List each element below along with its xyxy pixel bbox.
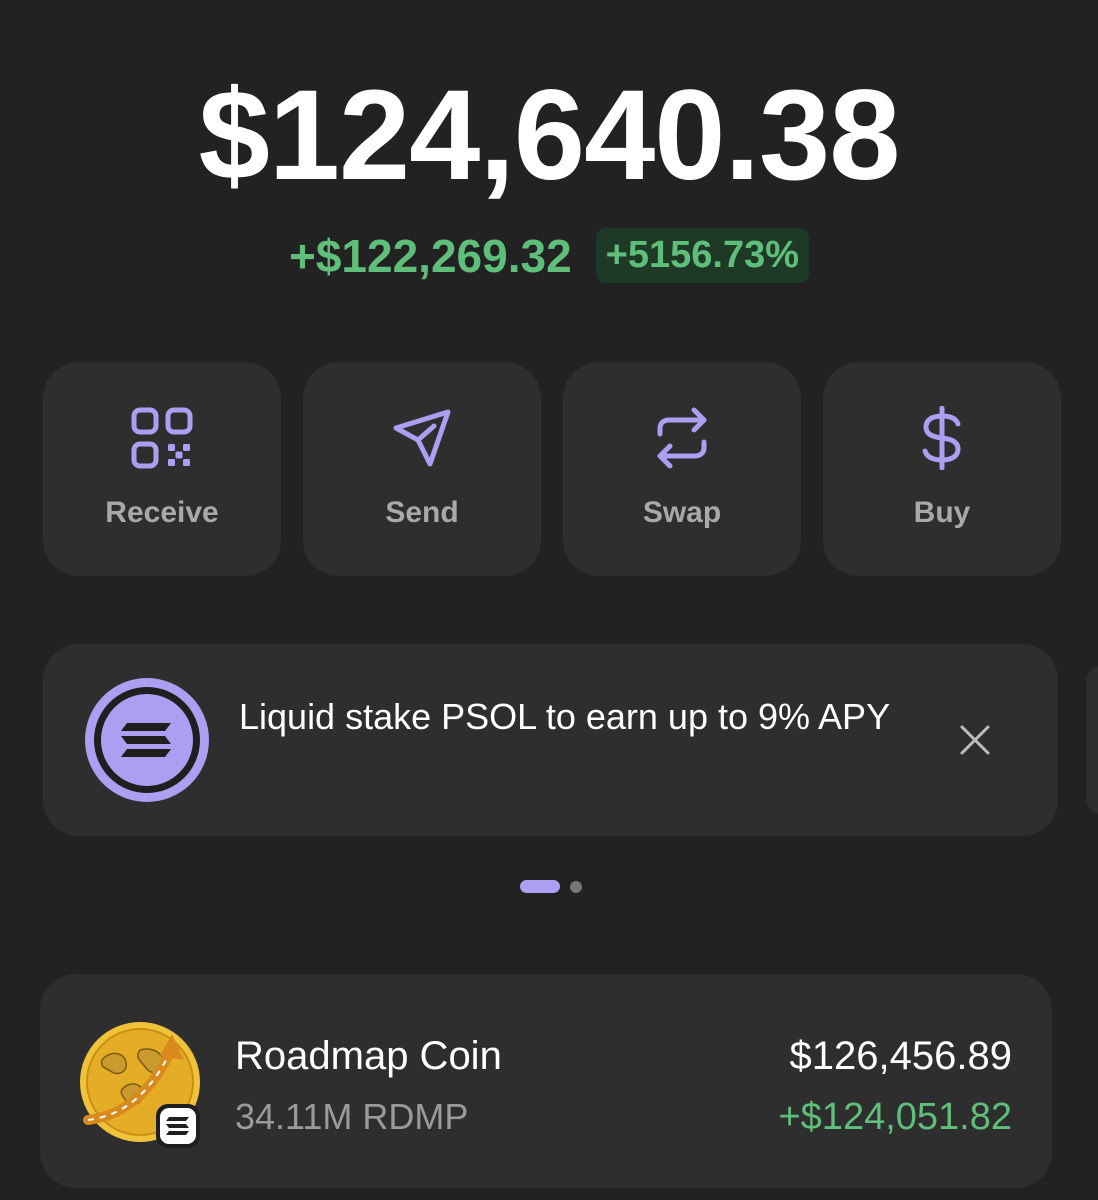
- banner-text: Liquid stake PSOL to earn up to 9% APY: [239, 696, 891, 737]
- send-label: Send: [385, 496, 459, 529]
- action-buttons: Receive Send Swap Buy: [43, 362, 1061, 576]
- send-icon: [393, 409, 451, 467]
- token-row[interactable]: Roadmap Coin 34.11M RDMP $126,456.89 +$1…: [40, 974, 1052, 1188]
- carousel-pager: [520, 880, 582, 893]
- staking-promo-banner[interactable]: Liquid stake PSOL to earn up to 9% APY: [43, 644, 1058, 836]
- qr-code-icon: [131, 407, 193, 469]
- solana-logo-icon: [85, 678, 209, 802]
- token-value: $126,456.89: [789, 1034, 1012, 1078]
- token-amount: 34.11M RDMP: [235, 1096, 469, 1137]
- token-name: Roadmap Coin: [235, 1034, 502, 1078]
- send-button[interactable]: Send: [303, 362, 541, 576]
- change-percent-badge: +5156.73%: [595, 228, 809, 283]
- dollar-icon: [922, 406, 961, 470]
- portfolio-balance: $124,640.38: [198, 64, 901, 207]
- receive-label: Receive: [105, 496, 219, 529]
- pager-dot-active[interactable]: [520, 880, 560, 893]
- token-change: +$124,051.82: [778, 1096, 1012, 1138]
- swap-icon: [657, 407, 707, 469]
- portfolio-change: +$122,269.32 +5156.73%: [0, 228, 1098, 283]
- buy-button[interactable]: Buy: [823, 362, 1061, 576]
- close-icon[interactable]: [959, 724, 991, 756]
- roadmap-coin-icon: [80, 1022, 200, 1148]
- buy-label: Buy: [913, 496, 971, 529]
- swap-button[interactable]: Swap: [563, 362, 801, 576]
- next-banner-card[interactable]: [1086, 666, 1098, 814]
- swap-label: Swap: [642, 496, 722, 529]
- receive-button[interactable]: Receive: [43, 362, 281, 576]
- change-amount: +$122,269.32: [288, 229, 572, 282]
- pager-dot[interactable]: [570, 880, 582, 893]
